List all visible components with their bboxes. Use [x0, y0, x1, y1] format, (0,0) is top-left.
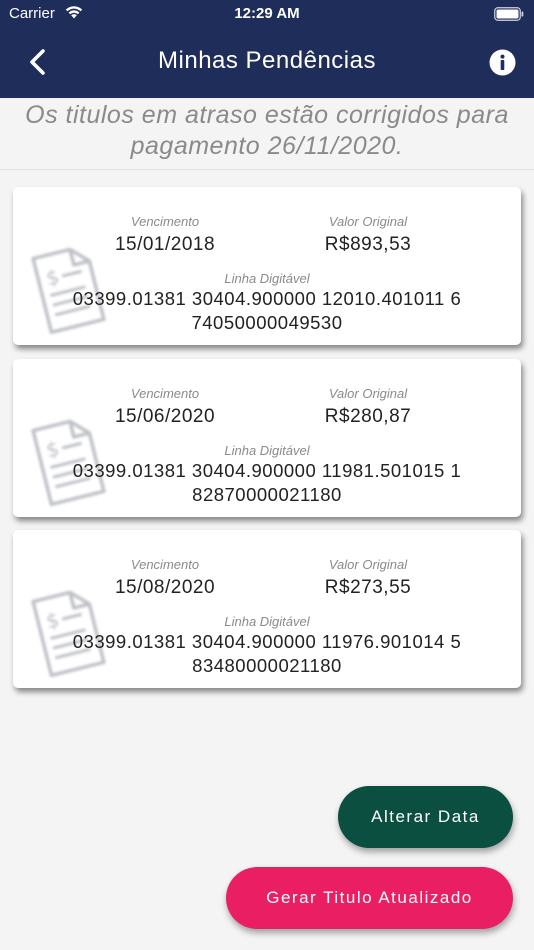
original-value: R$893,53	[324, 234, 412, 255]
original-value-label: Valor Original	[328, 386, 408, 401]
pending-item-card[interactable]: $ Vencimento 15/01/2018 Valor Original R…	[13, 187, 521, 345]
generate-updated-title-button[interactable]: Gerar Titulo Atualizado	[226, 867, 513, 929]
original-value: R$273,55	[324, 577, 412, 598]
digitable-line-label: Linha Digitável	[224, 271, 310, 286]
original-value: R$280,87	[324, 406, 412, 427]
due-date-value: 15/06/2020	[114, 406, 216, 427]
digitable-line-label: Linha Digitável	[224, 614, 310, 629]
digitable-line-value: 03399.01381 30404.900000 12010.401011 6 …	[72, 288, 462, 333]
digitable-line-value: 03399.01381 30404.900000 11981.501015 1 …	[72, 460, 462, 505]
due-date-value: 15/08/2020	[114, 577, 216, 598]
change-date-button[interactable]: Alterar Data	[338, 786, 513, 848]
original-value-label: Valor Original	[328, 557, 408, 572]
due-date-value: 15/01/2018	[114, 234, 216, 255]
original-value-label: Valor Original	[328, 214, 408, 229]
due-date-label: Vencimento	[130, 386, 200, 401]
digitable-line-label: Linha Digitável	[224, 443, 310, 458]
app-header: Carrier 12:29 AM Minhas Pendências	[0, 0, 534, 98]
due-date-label: Vencimento	[130, 214, 200, 229]
page-title: Minhas Pendências	[158, 47, 376, 74]
digitable-line-value: 03399.01381 30404.900000 11976.901014 5 …	[72, 631, 462, 676]
info-icon[interactable]	[489, 49, 516, 76]
pending-item-card[interactable]: $ Vencimento 15/08/2020 Valor Original R…	[13, 530, 521, 688]
battery-icon	[494, 7, 524, 21]
due-date-label: Vencimento	[130, 557, 200, 572]
clock: 12:29 AM	[234, 5, 300, 22]
overdue-notice: Os titulos em atraso estão corrigidos pa…	[0, 98, 534, 170]
status-bar: Carrier 12:29 AM	[0, 0, 534, 28]
pending-item-card[interactable]: $ Vencimento 15/06/2020 Valor Original R…	[13, 359, 521, 517]
